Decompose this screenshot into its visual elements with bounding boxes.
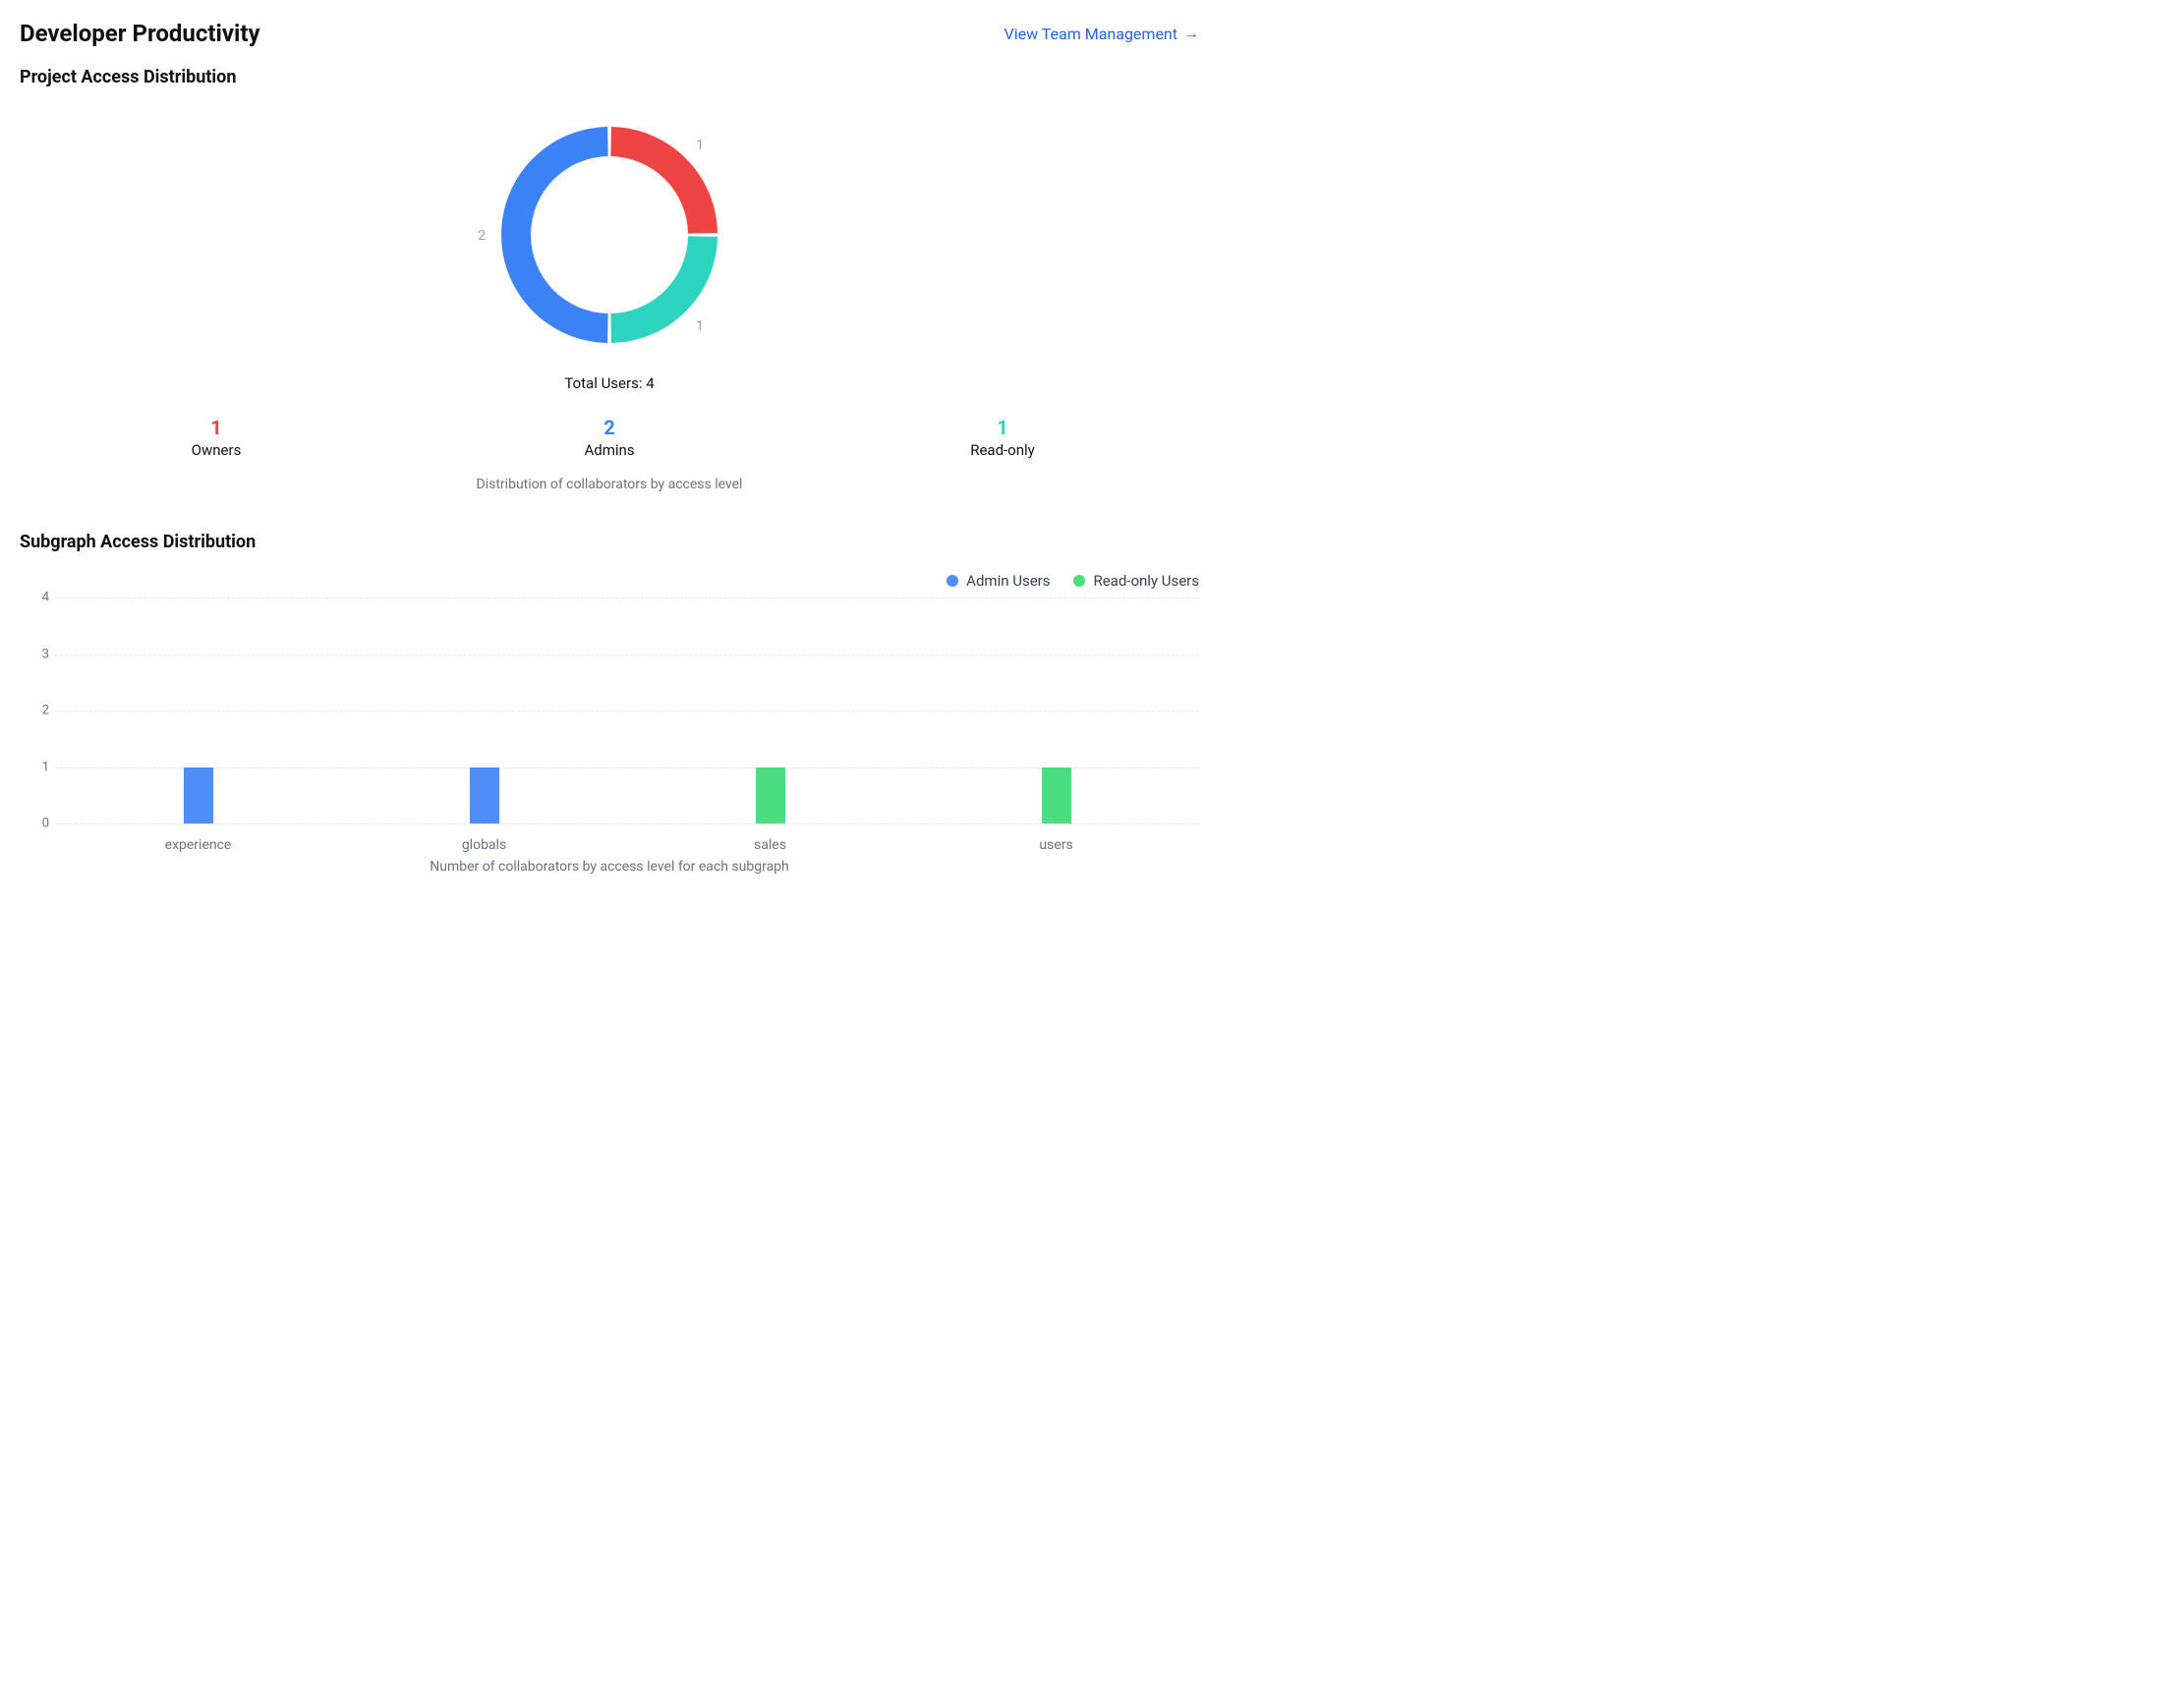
stat-row: 1 Owners 2 Admins 1 Read-only xyxy=(20,416,1199,459)
legend-readonly-label: Read-only Users xyxy=(1093,572,1199,590)
stat-admins-label: Admins xyxy=(413,441,806,459)
x-label-experience: experience xyxy=(55,837,341,853)
bar-globals-admin-users xyxy=(470,767,499,824)
x-label-users: users xyxy=(913,837,1199,853)
legend-admin: Admin Users xyxy=(947,572,1050,590)
bar-group-globals xyxy=(341,597,627,824)
bar-users-read-only-users xyxy=(1042,767,1071,824)
y-tick-label: 0 xyxy=(31,817,49,831)
bar-sales-read-only-users xyxy=(756,767,785,824)
stat-admins: 2 Admins xyxy=(413,416,806,459)
donut-chart: 112 Total Users: 4 1 Owners 2 Admins 1 R… xyxy=(20,107,1199,492)
legend-admin-dot-icon xyxy=(947,575,958,587)
y-tick-label: 4 xyxy=(31,591,49,605)
x-label-sales: sales xyxy=(627,837,913,853)
bar-chart: 01234 experienceglobalssalesusers xyxy=(55,597,1199,853)
subgraph-access-section: Subgraph Access Distribution Admin Users… xyxy=(20,532,1199,875)
x-label-globals: globals xyxy=(341,837,627,853)
donut-value-label: 2 xyxy=(478,228,486,244)
project-access-title: Project Access Distribution xyxy=(20,67,1199,87)
project-access-caption: Distribution of collaborators by access … xyxy=(477,477,743,492)
legend-readonly: Read-only Users xyxy=(1073,572,1199,590)
bar-chart-legend: Admin Users Read-only Users xyxy=(20,572,1199,590)
subgraph-access-caption: Number of collaborators by access level … xyxy=(20,859,1199,875)
donut-segment-admins xyxy=(501,127,608,343)
legend-readonly-dot-icon xyxy=(1073,575,1085,587)
legend-admin-label: Admin Users xyxy=(966,572,1050,590)
arrow-right-icon: → xyxy=(1183,24,1199,43)
bar-group-users xyxy=(913,597,1199,824)
page-title: Developer Productivity xyxy=(20,20,260,47)
stat-owners-count: 1 xyxy=(20,416,413,439)
bar-group-sales xyxy=(627,597,913,824)
donut-svg: 1 1 2 xyxy=(452,107,767,363)
stat-admins-count: 2 xyxy=(413,416,806,439)
project-access-section: Project Access Distribution 112 Total Us… xyxy=(20,67,1199,492)
bar-experience-admin-users xyxy=(184,767,213,824)
y-tick-label: 3 xyxy=(31,647,49,661)
bar-chart-x-labels: experienceglobalssalesusers xyxy=(55,837,1199,853)
view-team-management-label: View Team Management xyxy=(1005,25,1178,43)
y-tick-label: 1 xyxy=(31,760,49,774)
y-tick-label: 2 xyxy=(31,704,49,718)
view-team-management-link[interactable]: View Team Management → xyxy=(1005,24,1199,43)
total-users-label: Total Users: 4 xyxy=(564,374,654,392)
donut-value-label: 1 xyxy=(696,138,704,153)
stat-readonly: 1 Read-only xyxy=(806,416,1199,459)
stat-readonly-label: Read-only xyxy=(806,441,1199,459)
stat-owners: 1 Owners xyxy=(20,416,413,459)
stat-owners-label: Owners xyxy=(20,441,413,459)
bar-group-experience xyxy=(55,597,341,824)
donut-value-label: 1 xyxy=(696,318,704,334)
bar-chart-bars xyxy=(55,597,1199,824)
subgraph-access-title: Subgraph Access Distribution xyxy=(20,532,1199,552)
stat-readonly-count: 1 xyxy=(806,416,1199,439)
